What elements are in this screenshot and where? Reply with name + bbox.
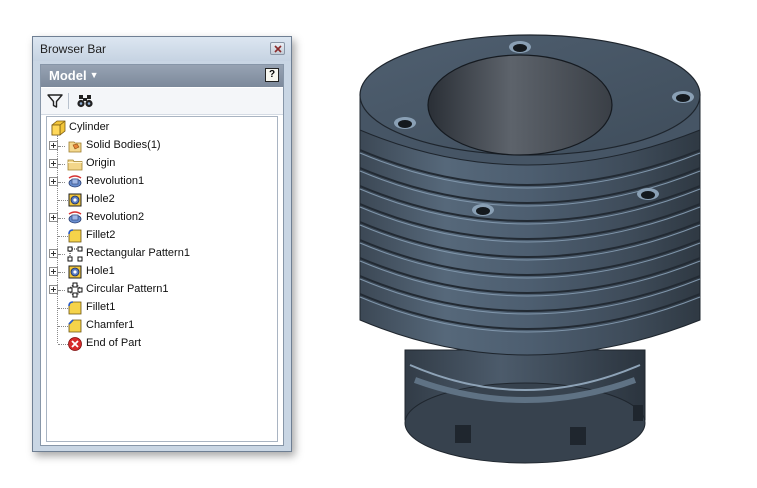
- expand-toggle[interactable]: [49, 249, 58, 258]
- tree-guide-line: [59, 164, 65, 165]
- tree-node-label: Solid Bodies(1): [86, 139, 161, 151]
- tree-node-label: Rectangular Pattern1: [86, 247, 190, 259]
- tree-node-fillet2[interactable]: Fillet2: [47, 227, 277, 245]
- filter-icon[interactable]: [46, 93, 64, 109]
- expand-toggle[interactable]: [49, 177, 58, 186]
- help-button[interactable]: ?: [265, 68, 279, 82]
- revolve-icon: [68, 211, 82, 224]
- toolbar-separator: [68, 93, 69, 109]
- tree-node-cylinder[interactable]: Cylinder: [47, 119, 277, 137]
- model-dropdown[interactable]: Model ▼: [49, 68, 98, 83]
- hole-icon: [68, 193, 82, 207]
- folder-icon: [67, 159, 83, 171]
- chamfer-icon: [68, 319, 82, 333]
- tree-node-label: Chamfer1: [86, 319, 135, 331]
- expand-toggle[interactable]: [49, 159, 58, 168]
- part-icon: [51, 120, 66, 136]
- close-icon: [274, 45, 282, 53]
- tree-node-label: Cylinder: [69, 121, 110, 133]
- tree-node-origin[interactable]: Origin: [47, 155, 277, 173]
- window-title: Browser Bar: [40, 42, 107, 56]
- title-bar[interactable]: Browser Bar: [33, 37, 291, 61]
- tree-node-revolution2[interactable]: Revolution2: [47, 209, 277, 227]
- model-viewport[interactable]: [320, 20, 750, 480]
- tree-node-label: Hole1: [86, 265, 115, 277]
- tree-node-hole2[interactable]: Hole2: [47, 191, 277, 209]
- tree-node-label: Fillet1: [86, 301, 116, 313]
- close-button[interactable]: [270, 42, 285, 55]
- tree-node-label: Origin: [86, 157, 116, 169]
- cylinder-model: [359, 34, 701, 464]
- browser-toolbar: [41, 88, 283, 115]
- expand-toggle[interactable]: [49, 141, 58, 150]
- tree-node-label: Revolution2: [86, 211, 145, 223]
- circular-pattern-icon: [67, 282, 83, 298]
- rectangular-pattern-icon: [67, 246, 83, 262]
- tree-guide-line: [59, 218, 65, 219]
- model-header: Model ▼ ?: [41, 65, 283, 87]
- model-browser-panel: Model ▼ ? Cylinder Solid Bodies(1) Origi…: [40, 64, 284, 446]
- end-of-part-icon: [68, 337, 82, 351]
- tree-node-solid-bodies-1[interactable]: Solid Bodies(1): [47, 137, 277, 155]
- tree-node-revolution1[interactable]: Revolution1: [47, 173, 277, 191]
- tree-node-label: End of Part: [86, 337, 142, 349]
- fillet-icon: [68, 229, 82, 243]
- tree-guide-line: [59, 254, 65, 255]
- tree-node-end-of-part[interactable]: End of Part: [47, 335, 277, 353]
- expand-toggle[interactable]: [49, 285, 58, 294]
- browser-bar-window: Browser Bar Model ▼ ? Cylinder Solid Bod…: [32, 36, 292, 452]
- tree-node-label: Fillet2: [86, 229, 116, 241]
- revolve-icon: [68, 175, 82, 188]
- model-label: Model: [49, 68, 87, 83]
- tree-node-chamfer1[interactable]: Chamfer1: [47, 317, 277, 335]
- tree-node-label: Revolution1: [86, 175, 145, 187]
- fillet-icon: [68, 301, 82, 315]
- tree-node-label: Hole2: [86, 193, 115, 205]
- expand-toggle[interactable]: [49, 267, 58, 276]
- binoculars-icon[interactable]: [76, 93, 94, 109]
- tree-guide-line: [59, 290, 65, 291]
- model-tree[interactable]: Cylinder Solid Bodies(1) Origin Revolution…: [46, 116, 278, 442]
- chevron-down-icon: ▼: [89, 70, 99, 80]
- hole-icon: [68, 265, 82, 279]
- solid-bodies-icon: [68, 141, 82, 153]
- expand-toggle[interactable]: [49, 213, 58, 222]
- tree-guide-line: [59, 182, 65, 183]
- tree-guide-line: [59, 272, 65, 273]
- tree-node-label: Circular Pattern1: [86, 283, 169, 295]
- tree-node-fillet1[interactable]: Fillet1: [47, 299, 277, 317]
- tree-node-hole1[interactable]: Hole1: [47, 263, 277, 281]
- tree-guide-line: [59, 146, 65, 147]
- tree-node-rectangular-pattern1[interactable]: Rectangular Pattern1: [47, 245, 277, 263]
- tree-node-circular-pattern1[interactable]: Circular Pattern1: [47, 281, 277, 299]
